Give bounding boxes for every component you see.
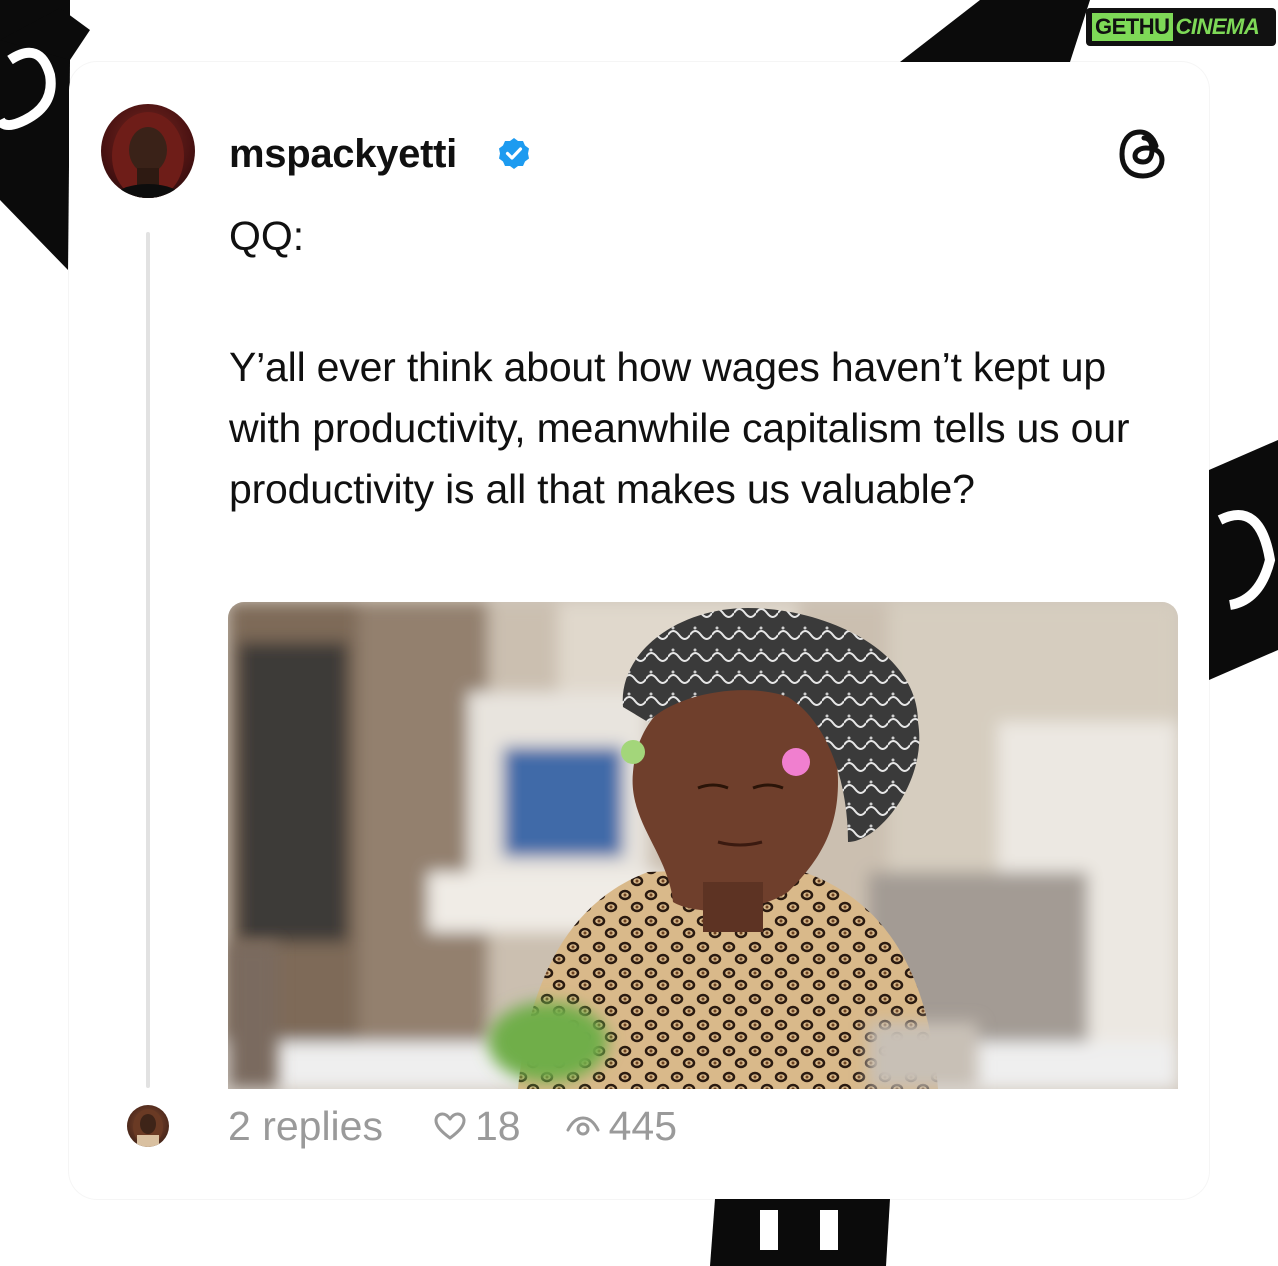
post-line1: QQ: (229, 213, 305, 259)
username[interactable]: mspackyetti (229, 130, 457, 178)
watermark-part2: CINEMA (1175, 14, 1260, 39)
heart-icon (434, 1112, 466, 1140)
profile-avatar[interactable] (101, 104, 195, 198)
views-stat: 445 (565, 1103, 677, 1150)
post-media-image[interactable] (228, 602, 1178, 1089)
likes-stat[interactable]: 18 (433, 1103, 521, 1150)
watermark: GETHU CINEMA (1086, 8, 1276, 46)
post-stats: 2 replies 18 445 (228, 1100, 721, 1152)
post-body-text: Y’all ever think about how wages haven’t… (229, 344, 1130, 512)
reply-avatar[interactable] (127, 1105, 169, 1147)
likes-count: 18 (474, 1102, 521, 1149)
watermark-part1: GETHU (1092, 13, 1173, 41)
replies-count[interactable]: 2 replies (228, 1103, 383, 1150)
threads-logo-icon[interactable] (1116, 126, 1172, 182)
thread-line (146, 232, 150, 1088)
views-count: 445 (608, 1102, 678, 1149)
verified-badge-icon (499, 138, 529, 169)
eye-icon (566, 1116, 600, 1136)
